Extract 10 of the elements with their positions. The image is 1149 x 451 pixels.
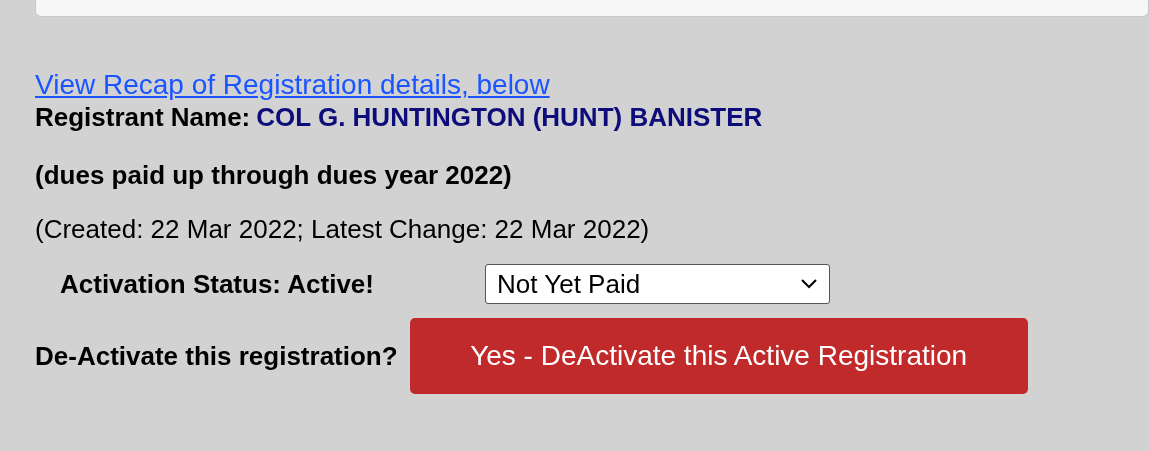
caret-icon (801, 279, 817, 289)
status-select[interactable]: Not Yet Paid (485, 264, 830, 304)
dues-note: (dues paid up through dues year 2022) (35, 160, 513, 190)
activation-label: Activation Status: Active! (60, 268, 375, 300)
deactivate-label: De-Activate this registration? (35, 340, 398, 372)
deactivate-button[interactable]: Yes - DeActivate this Active Registration (409, 318, 1028, 394)
registrant-name: COL G. HUNTINGTON (HUNT) BANISTER (256, 102, 763, 132)
recap-link[interactable]: View Recap of Registration details, below (35, 68, 550, 102)
dates-text: (Created: 22 Mar 2022; Latest Change: 22 Mar 2022) (35, 214, 651, 244)
registrant-label: Registrant Name: (35, 102, 251, 132)
